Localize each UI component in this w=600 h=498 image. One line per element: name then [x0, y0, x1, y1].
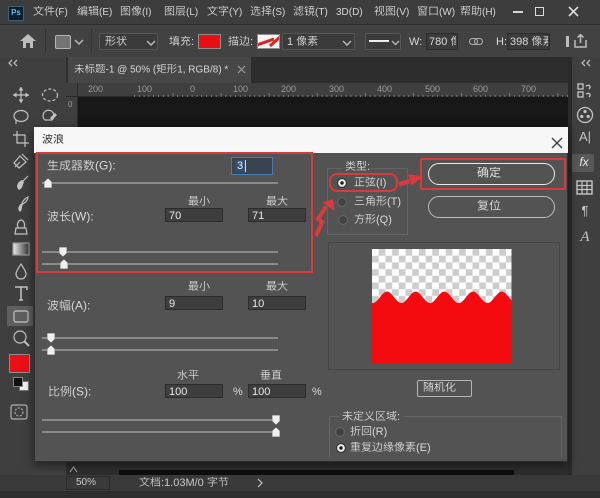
svg-text:(S): (S) — [272, 7, 285, 18]
svg-text:(S):: (S): — [72, 386, 91, 399]
svg-text:(T): (T) — [315, 7, 328, 18]
svg-text:3D(D): 3D(D) — [336, 7, 363, 18]
svg-text:(T): (T) — [387, 196, 401, 208]
svg-text:-1 @ 50% (: -1 @ 50% ( — [106, 64, 157, 75]
svg-text:1, RGB/8) *: 1, RGB/8) * — [177, 64, 228, 75]
svg-text:(E): (E) — [416, 442, 431, 454]
svg-text:(V): (V) — [396, 7, 409, 18]
svg-text:(Q): (Q) — [376, 214, 392, 226]
svg-text:(E): (E) — [99, 7, 112, 18]
svg-text::: : — [397, 411, 400, 423]
svg-text:(Y): (Y) — [229, 7, 242, 18]
svg-text:(A):: (A): — [71, 300, 90, 313]
svg-text::: : — [367, 161, 370, 173]
svg-text:(W): (W) — [439, 7, 455, 18]
svg-text:(I): (I) — [142, 7, 151, 18]
svg-text:(L): (L) — [186, 7, 198, 18]
svg-text:(R): (R) — [372, 426, 387, 438]
svg-text:(H): (H) — [482, 7, 496, 18]
svg-text::: : — [191, 36, 194, 48]
svg-text:1: 1 — [287, 36, 293, 48]
svg-text::: : — [250, 36, 253, 48]
svg-text::1.03M/0: :1.03M/0 — [161, 477, 204, 489]
svg-text:(F): (F) — [55, 7, 68, 18]
svg-text:398: 398 — [510, 36, 528, 48]
svg-text:780: 780 — [429, 36, 447, 48]
